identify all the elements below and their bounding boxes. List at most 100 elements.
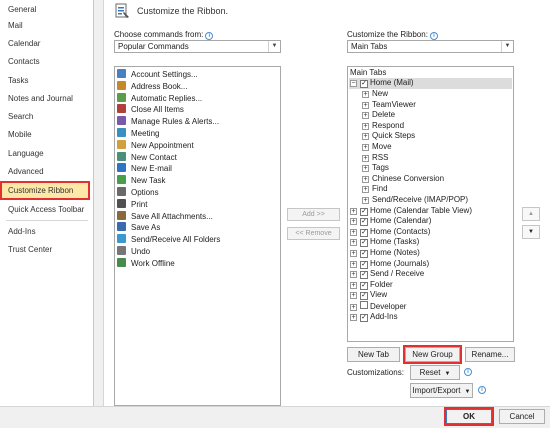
ribbon-tab-item[interactable]: + ✓ Home (Notes) bbox=[350, 248, 420, 259]
ribbon-group-item[interactable]: + Send/Receive (IMAP/POP) bbox=[362, 195, 468, 206]
ribbon-group-item[interactable]: + Move bbox=[362, 142, 392, 153]
new-group-button[interactable]: New Group bbox=[403, 345, 462, 364]
rename-button[interactable]: Rename... bbox=[465, 347, 515, 362]
expand-icon[interactable]: + bbox=[362, 122, 369, 130]
tab-checkbox[interactable]: ✓ bbox=[360, 207, 368, 216]
reset-button[interactable]: Reset ▼ bbox=[410, 365, 460, 380]
command-item[interactable]: New Contact bbox=[117, 151, 177, 163]
move-down-button[interactable]: ▼ bbox=[522, 225, 540, 239]
sidebar-item-language[interactable]: Language bbox=[8, 146, 44, 161]
ribbon-tab-item[interactable]: + ✓ Home (Calendar Table View) bbox=[350, 206, 472, 217]
ribbon-group-item[interactable]: + TeamViewer bbox=[362, 100, 416, 111]
sidebar-item-search[interactable]: Search bbox=[8, 109, 33, 124]
tab-checkbox[interactable]: ✓ bbox=[360, 249, 368, 258]
ribbon-group-item[interactable]: + RSS bbox=[362, 153, 388, 164]
expand-icon[interactable]: + bbox=[350, 313, 357, 321]
sidebar-item-trust-center[interactable]: Trust Center bbox=[8, 242, 52, 257]
sidebar-item-mail[interactable]: Mail bbox=[8, 18, 23, 33]
ribbon-group-item[interactable]: + Find bbox=[362, 184, 388, 195]
command-item[interactable]: Close All Items bbox=[117, 104, 184, 115]
command-item[interactable]: Address Book... bbox=[117, 80, 187, 92]
chevron-down-icon[interactable]: ▼ bbox=[268, 41, 280, 52]
command-item[interactable]: New E-mail bbox=[117, 163, 172, 174]
tab-checkbox[interactable]: ✓ bbox=[360, 80, 368, 89]
ribbon-group-item[interactable]: + Quick Steps bbox=[362, 131, 415, 142]
expand-icon[interactable]: + bbox=[350, 271, 357, 279]
command-item[interactable]: Save All Attachments... bbox=[117, 210, 213, 222]
command-item[interactable]: New Task bbox=[117, 175, 166, 186]
command-item[interactable]: Work Offline bbox=[117, 257, 175, 269]
ribbon-group-item[interactable]: + New bbox=[362, 89, 388, 100]
command-item[interactable]: Automatic Replies... bbox=[117, 92, 202, 104]
tab-checkbox[interactable]: ✓ bbox=[360, 218, 368, 227]
ribbon-tab-item[interactable]: − ✓ Home (Mail) bbox=[350, 78, 414, 89]
command-item[interactable]: Send/Receive All Folders bbox=[117, 234, 220, 245]
expand-icon[interactable]: + bbox=[362, 186, 369, 194]
expand-icon[interactable]: + bbox=[362, 175, 369, 183]
tab-checkbox[interactable]: ✓ bbox=[360, 260, 368, 269]
ribbon-tab-item[interactable]: + ✓ Folder bbox=[350, 280, 393, 291]
command-item[interactable]: Options bbox=[117, 187, 159, 198]
expand-icon[interactable]: + bbox=[350, 218, 357, 226]
collapse-icon[interactable]: − bbox=[350, 80, 357, 88]
expand-icon[interactable]: + bbox=[362, 165, 369, 173]
command-item[interactable]: Undo bbox=[117, 246, 150, 257]
commands-list[interactable]: Account Settings... Address Book... Automa… bbox=[114, 66, 281, 406]
ribbon-tab-item[interactable]: + ✓ Home (Calendar) bbox=[350, 216, 431, 227]
sidebar-item-calendar[interactable]: Calendar bbox=[8, 36, 40, 51]
expand-icon[interactable]: + bbox=[362, 154, 369, 162]
tab-checkbox[interactable]: ✓ bbox=[360, 313, 368, 322]
expand-icon[interactable]: + bbox=[362, 196, 369, 204]
add-button[interactable]: Add >> bbox=[287, 208, 340, 221]
ribbon-tab-item[interactable]: + ✓ Home (Tasks) bbox=[350, 237, 419, 248]
expand-icon[interactable]: + bbox=[350, 239, 357, 247]
ribbon-group-item[interactable]: + Delete bbox=[362, 110, 395, 121]
expand-icon[interactable]: + bbox=[350, 292, 357, 300]
expand-icon[interactable]: + bbox=[350, 260, 357, 268]
sidebar-item-quick-access-toolbar[interactable]: Quick Access Toolbar bbox=[8, 202, 84, 217]
expand-icon[interactable]: + bbox=[350, 303, 357, 311]
command-item[interactable]: Meeting bbox=[117, 128, 159, 139]
tab-checkbox[interactable]: ✓ bbox=[360, 239, 368, 248]
move-up-button[interactable]: ▲ bbox=[522, 207, 540, 221]
sidebar-item-general[interactable]: General bbox=[8, 2, 36, 17]
sidebar-item-tasks[interactable]: Tasks bbox=[8, 73, 28, 88]
command-item[interactable]: Save As bbox=[117, 222, 160, 233]
ribbon-tab-item[interactable]: + ✓ Home (Journals) bbox=[350, 259, 429, 270]
ribbon-group-item[interactable]: + Respond bbox=[362, 121, 404, 132]
expand-icon[interactable]: + bbox=[350, 281, 357, 289]
expand-icon[interactable]: + bbox=[362, 112, 369, 120]
sidebar-item-mobile[interactable]: Mobile bbox=[8, 127, 32, 142]
ribbon-tab-item[interactable]: + ✓ Home (Contacts) bbox=[350, 227, 430, 238]
sidebar-item-add-ins[interactable]: Add-Ins bbox=[8, 224, 36, 239]
tab-checkbox[interactable]: ✓ bbox=[360, 281, 368, 290]
ribbon-tab-item[interactable]: + ✓ Add-Ins bbox=[350, 312, 398, 323]
ribbon-tree[interactable]: Main Tabs − ✓ Home (Mail) + New + TeamViewer + D… bbox=[347, 66, 514, 342]
tab-checkbox[interactable]: ✓ bbox=[360, 271, 368, 280]
ribbon-tab-item[interactable]: + Developer bbox=[350, 300, 406, 312]
expand-icon[interactable]: + bbox=[350, 207, 357, 215]
tab-checkbox[interactable]: ✓ bbox=[360, 292, 368, 301]
command-item[interactable]: Account Settings... bbox=[117, 69, 198, 80]
ribbon-tab-item[interactable]: + ✓ Send / Receive bbox=[350, 269, 424, 280]
ribbon-tab-item[interactable]: + ✓ View bbox=[350, 290, 387, 301]
cancel-button[interactable]: Cancel bbox=[499, 409, 545, 424]
command-item[interactable]: New Appointment bbox=[117, 139, 194, 151]
expand-icon[interactable]: + bbox=[362, 143, 369, 151]
chevron-down-icon[interactable]: ▼ bbox=[501, 41, 513, 52]
customize-ribbon-dropdown[interactable]: Main Tabs ▼ bbox=[347, 40, 514, 53]
expand-icon[interactable]: + bbox=[350, 249, 357, 257]
command-item[interactable]: Print bbox=[117, 198, 147, 210]
command-item[interactable]: Manage Rules & Alerts... bbox=[117, 116, 219, 127]
expand-icon[interactable]: + bbox=[350, 228, 357, 236]
ok-button[interactable]: OK bbox=[444, 407, 494, 426]
expand-icon[interactable]: + bbox=[362, 90, 369, 98]
sidebar-item-contacts[interactable]: Contacts bbox=[8, 54, 40, 69]
sidebar-item-notes-journal[interactable]: Notes and Journal bbox=[8, 91, 73, 106]
sidebar-item-advanced[interactable]: Advanced bbox=[8, 164, 44, 179]
choose-commands-dropdown[interactable]: Popular Commands ▼ bbox=[114, 40, 281, 53]
expand-icon[interactable]: + bbox=[362, 133, 369, 141]
tab-checkbox[interactable]: ✓ bbox=[360, 228, 368, 237]
expand-icon[interactable]: + bbox=[362, 101, 369, 109]
remove-button[interactable]: << Remove bbox=[287, 227, 340, 240]
